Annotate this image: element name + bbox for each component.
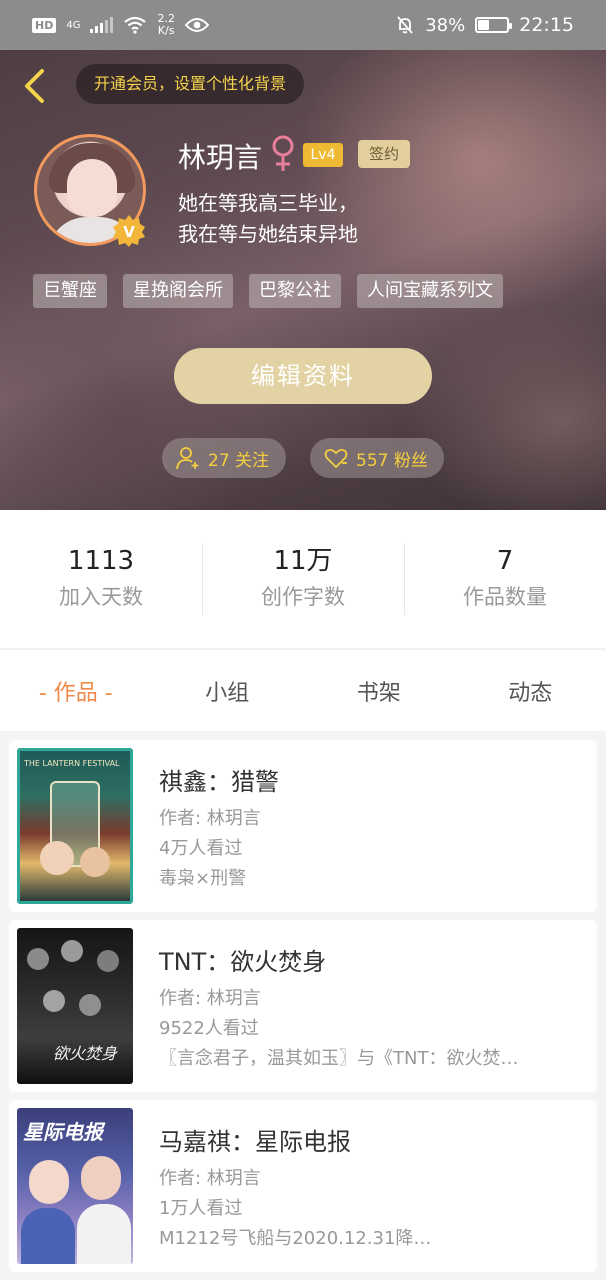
fans-button[interactable]: 557 粉丝 bbox=[310, 438, 444, 478]
work-cover[interactable]: 星际电报 bbox=[17, 1108, 133, 1264]
signed-badge: 签约 bbox=[358, 140, 410, 168]
stats-bar: 1113 加入天数 11万 创作字数 7 作品数量 bbox=[0, 510, 606, 648]
work-card[interactable]: 星际电报 马嘉祺：星际电报 作者: 林玥言 1万人看过 M1212号飞船与202… bbox=[9, 1100, 597, 1272]
mute-bell-icon bbox=[397, 16, 413, 34]
tab-works[interactable]: - 作品 - bbox=[0, 675, 152, 707]
tag-item[interactable]: 人间宝藏系列文 bbox=[357, 274, 503, 308]
tag-list: 巨蟹座 星挽阁会所 巴黎公社 人间宝藏系列文 bbox=[33, 274, 503, 308]
female-gender-icon bbox=[272, 135, 294, 171]
eye-icon bbox=[184, 18, 209, 32]
tag-item[interactable]: 巴黎公社 bbox=[249, 274, 341, 308]
clock: 22:15 bbox=[519, 14, 574, 36]
network-speed: 2.2 K/s bbox=[157, 12, 175, 37]
work-description: M1212号飞船与2020.12.31降… bbox=[159, 1228, 432, 1249]
bio: 她在等我高三毕业， 我在等与她结束异地 bbox=[178, 191, 358, 246]
work-views: 4万人看过 bbox=[159, 838, 243, 859]
back-arrow-icon[interactable] bbox=[20, 68, 48, 104]
profile-header: HD 4G 2.2 K/s 38% 22:15 开通会员，设置个性化背景 V 林… bbox=[0, 0, 606, 510]
heart-icon bbox=[324, 448, 348, 469]
work-card[interactable]: 欲火焚身 TNT：欲火焚身 作者: 林玥言 9522人看过 〖言念君子，温其如玉… bbox=[9, 920, 597, 1092]
wifi-icon bbox=[124, 16, 147, 34]
work-cover[interactable]: THE LANTERN FESTIVAL bbox=[17, 748, 133, 904]
level-badge: Lv4 bbox=[303, 143, 343, 167]
following-button[interactable]: 27 关注 bbox=[162, 438, 286, 478]
stat-word-count: 11万 创作字数 bbox=[202, 543, 404, 615]
tab-bookshelf[interactable]: 书架 bbox=[303, 675, 455, 707]
svg-text:V: V bbox=[123, 223, 135, 241]
edit-profile-button[interactable]: 编辑资料 bbox=[174, 348, 432, 404]
network-type: 4G bbox=[66, 19, 81, 31]
work-author: 作者: 林玥言 bbox=[159, 808, 261, 829]
vip-background-prompt[interactable]: 开通会员，设置个性化背景 bbox=[76, 64, 305, 104]
add-user-icon bbox=[176, 447, 199, 470]
signal-icon bbox=[90, 17, 114, 33]
tag-item[interactable]: 巨蟹座 bbox=[33, 274, 107, 308]
tab-activity[interactable]: 动态 bbox=[455, 675, 606, 707]
following-count: 27 关注 bbox=[208, 450, 270, 471]
battery-percent: 38% bbox=[425, 14, 466, 36]
fans-count: 557 粉丝 bbox=[356, 450, 428, 471]
work-views: 1万人看过 bbox=[159, 1198, 243, 1219]
work-card[interactable]: THE LANTERN FESTIVAL 祺鑫：猎警 作者: 林玥言 4万人看过… bbox=[9, 740, 597, 912]
status-bar: HD 4G 2.2 K/s 38% 22:15 bbox=[0, 0, 606, 50]
tag-item[interactable]: 星挽阁会所 bbox=[123, 274, 233, 308]
tab-groups[interactable]: 小组 bbox=[152, 675, 304, 707]
work-title: TNT：欲火焚身 bbox=[159, 948, 327, 976]
work-description: 〖言念君子，温其如玉〗与《TNT：欲火焚… bbox=[159, 1048, 519, 1069]
nickname: 林玥言 bbox=[178, 141, 263, 174]
work-cover[interactable]: 欲火焚身 bbox=[17, 928, 133, 1084]
battery-icon bbox=[475, 17, 513, 33]
hd-indicator: HD bbox=[32, 17, 57, 33]
work-title: 马嘉祺：星际电报 bbox=[159, 1128, 351, 1156]
stat-join-days: 1113 加入天数 bbox=[59, 546, 143, 609]
work-description: 毒枭×刑警 bbox=[159, 868, 247, 889]
profile-tabs: - 作品 - 小组 书架 动态 bbox=[0, 649, 606, 731]
work-author: 作者: 林玥言 bbox=[159, 988, 261, 1009]
works-list: THE LANTERN FESTIVAL 祺鑫：猎警 作者: 林玥言 4万人看过… bbox=[0, 731, 606, 1280]
work-title: 祺鑫：猎警 bbox=[159, 768, 279, 796]
work-views: 9522人看过 bbox=[159, 1018, 259, 1039]
work-author: 作者: 林玥言 bbox=[159, 1168, 261, 1189]
stat-works-count: 7 作品数量 bbox=[404, 543, 606, 615]
verified-badge-icon: V bbox=[113, 215, 145, 247]
